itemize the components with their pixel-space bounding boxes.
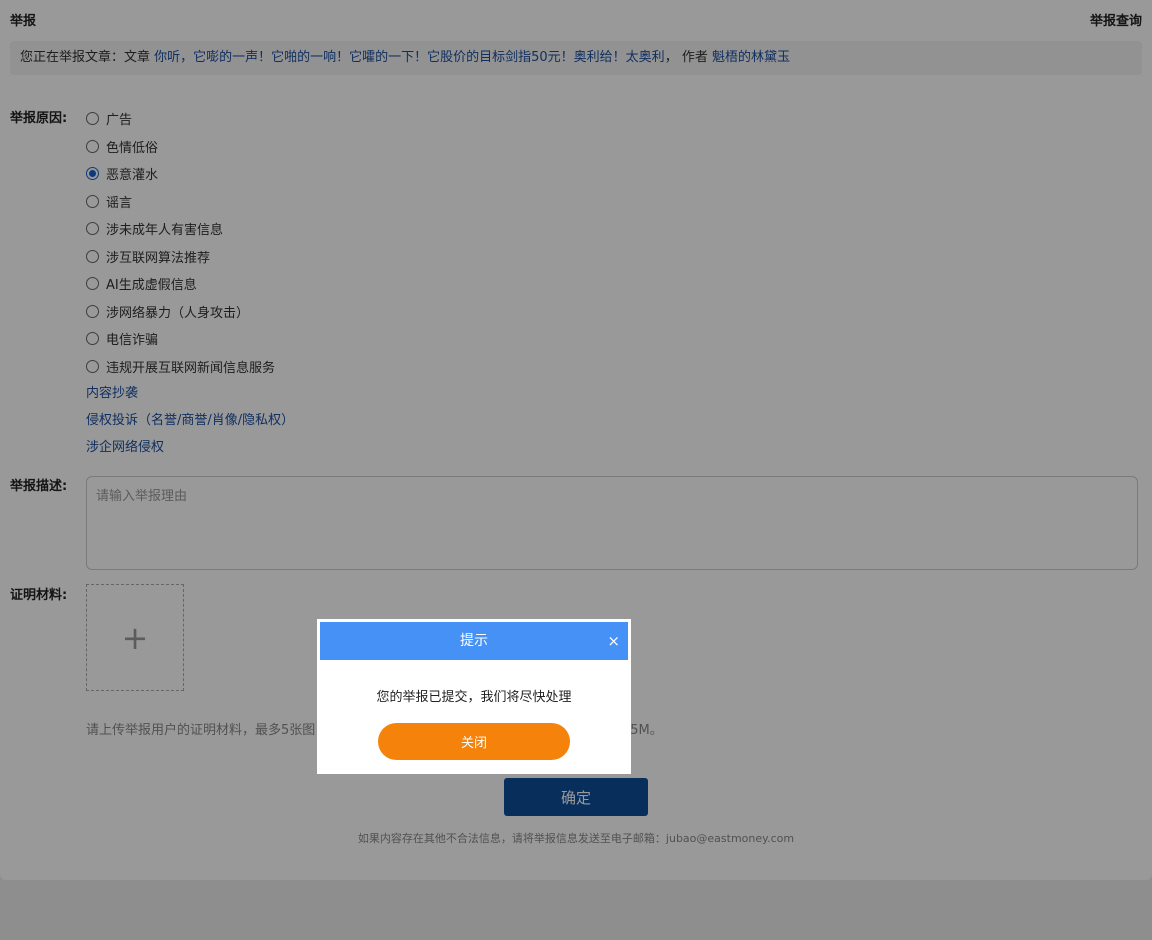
close-icon[interactable]: × <box>607 622 620 660</box>
modal-overlay[interactable] <box>0 0 1152 940</box>
dialog-close-button[interactable]: 关闭 <box>378 723 570 760</box>
submit-success-dialog: 提示 × 您的举报已提交，我们将尽快处理 关闭 <box>317 619 631 774</box>
dialog-header: 提示 × <box>320 622 628 660</box>
dialog-title: 提示 <box>460 633 488 649</box>
dialog-message: 您的举报已提交，我们将尽快处理 <box>376 690 572 705</box>
